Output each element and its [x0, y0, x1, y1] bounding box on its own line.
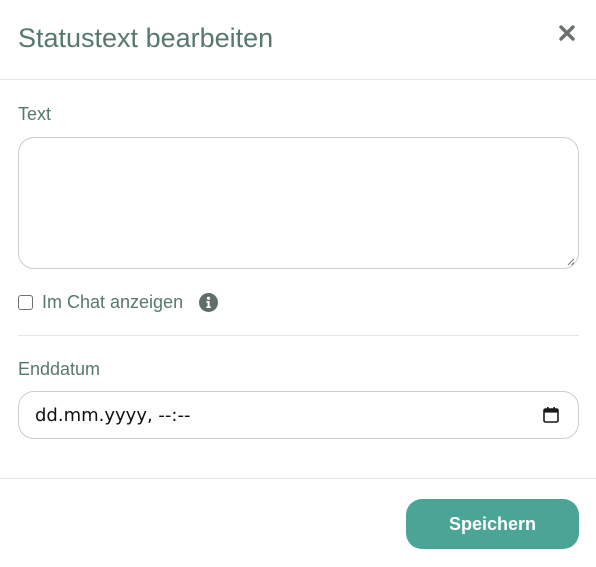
text-label: Text	[18, 104, 52, 124]
info-icon[interactable]	[199, 292, 219, 312]
close-button[interactable]	[556, 22, 578, 44]
edit-status-modal: Statustext bearbeiten Text Im Chat anzei…	[0, 0, 596, 567]
modal-title: Statustext bearbeiten	[18, 23, 274, 53]
end-date-value: dd.mm.yyyy, --:--	[35, 405, 191, 426]
show-in-chat-label: Im Chat anzeigen	[42, 292, 184, 312]
save-button[interactable]: Speichern	[406, 499, 579, 549]
modal-header: Statustext bearbeiten	[0, 0, 596, 80]
calendar-icon[interactable]	[542, 406, 560, 424]
modal-footer: Speichern	[0, 478, 596, 567]
end-date-label: Enddatum	[18, 359, 101, 379]
section-divider	[18, 335, 579, 336]
resize-grip-icon[interactable]	[567, 258, 575, 266]
close-icon	[559, 25, 575, 41]
end-date-input[interactable]: dd.mm.yyyy, --:--	[18, 391, 579, 439]
show-in-chat-row: Im Chat anzeigen	[18, 290, 219, 314]
status-text-input[interactable]	[18, 137, 579, 269]
show-in-chat-checkbox[interactable]	[18, 294, 33, 310]
